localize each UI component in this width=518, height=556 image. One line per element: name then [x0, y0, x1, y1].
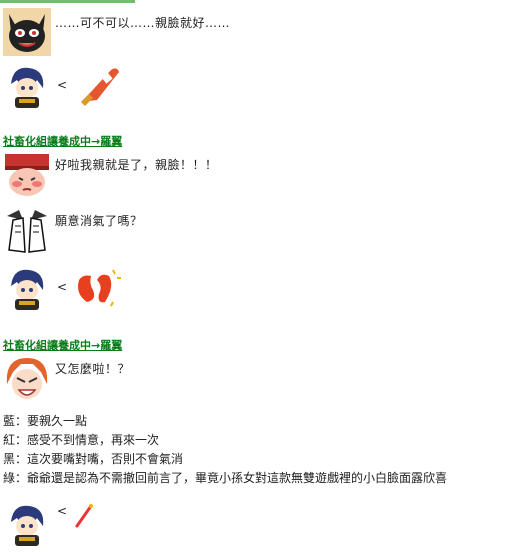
- post-5: <: [3, 264, 131, 312]
- dialogue-line-4: 綠：爺爺還是認為不需撤回前言了，畢竟小孫女對這款無雙遊戲裡的小白臉面露欣喜: [3, 471, 448, 485]
- face-palm-manga-avatar: [3, 206, 51, 254]
- thread-title-link[interactable]: 社畜化組讓養成中→羅翼: [3, 133, 122, 149]
- blue-hair-chibi-avatar: [3, 500, 51, 548]
- dialogue-line-1: 藍：要親久一點: [3, 414, 88, 428]
- kiss-lips-sticker: [71, 62, 131, 110]
- blue-hair-chibi-avatar: [3, 62, 51, 110]
- post-4: 願意消氣了嗎？: [3, 206, 143, 254]
- post-text: <: [57, 78, 68, 92]
- blue-hair-chibi-avatar: [3, 264, 51, 312]
- post-6: 又怎麼啦！？: [3, 354, 130, 402]
- top-green-divider: [0, 0, 135, 3]
- post-text: 好啦我親就是了，親臉！！！: [55, 158, 218, 172]
- post-2: <: [3, 62, 131, 110]
- red-hair-angry-avatar: [3, 354, 51, 402]
- post-text: <: [57, 504, 68, 518]
- post-text: 又怎麼啦！？: [55, 362, 131, 376]
- blushing-red-hat-avatar: [3, 150, 51, 198]
- dialogue-line-3: 黑：這次要嘴對嘴，否則不會氣消: [3, 452, 184, 466]
- post-text: <: [57, 280, 68, 294]
- red-pin-sticker: [71, 500, 131, 530]
- post-1: ……可不可以……親臉就好……: [3, 8, 230, 56]
- post-text: ……可不可以……親臉就好……: [55, 16, 231, 30]
- black-cat-avatar: [3, 8, 51, 56]
- post-7: <: [3, 500, 131, 548]
- dialogue-line-2: 紅：感受不到情意，再來一次: [3, 433, 160, 447]
- thread-title-link[interactable]: 社畜化組讓養成中→羅翼: [3, 337, 122, 353]
- red-lips-sticker: [71, 264, 131, 312]
- post-text: 願意消氣了嗎？: [55, 214, 143, 228]
- post-3: 好啦我親就是了，親臉！！！: [3, 150, 218, 198]
